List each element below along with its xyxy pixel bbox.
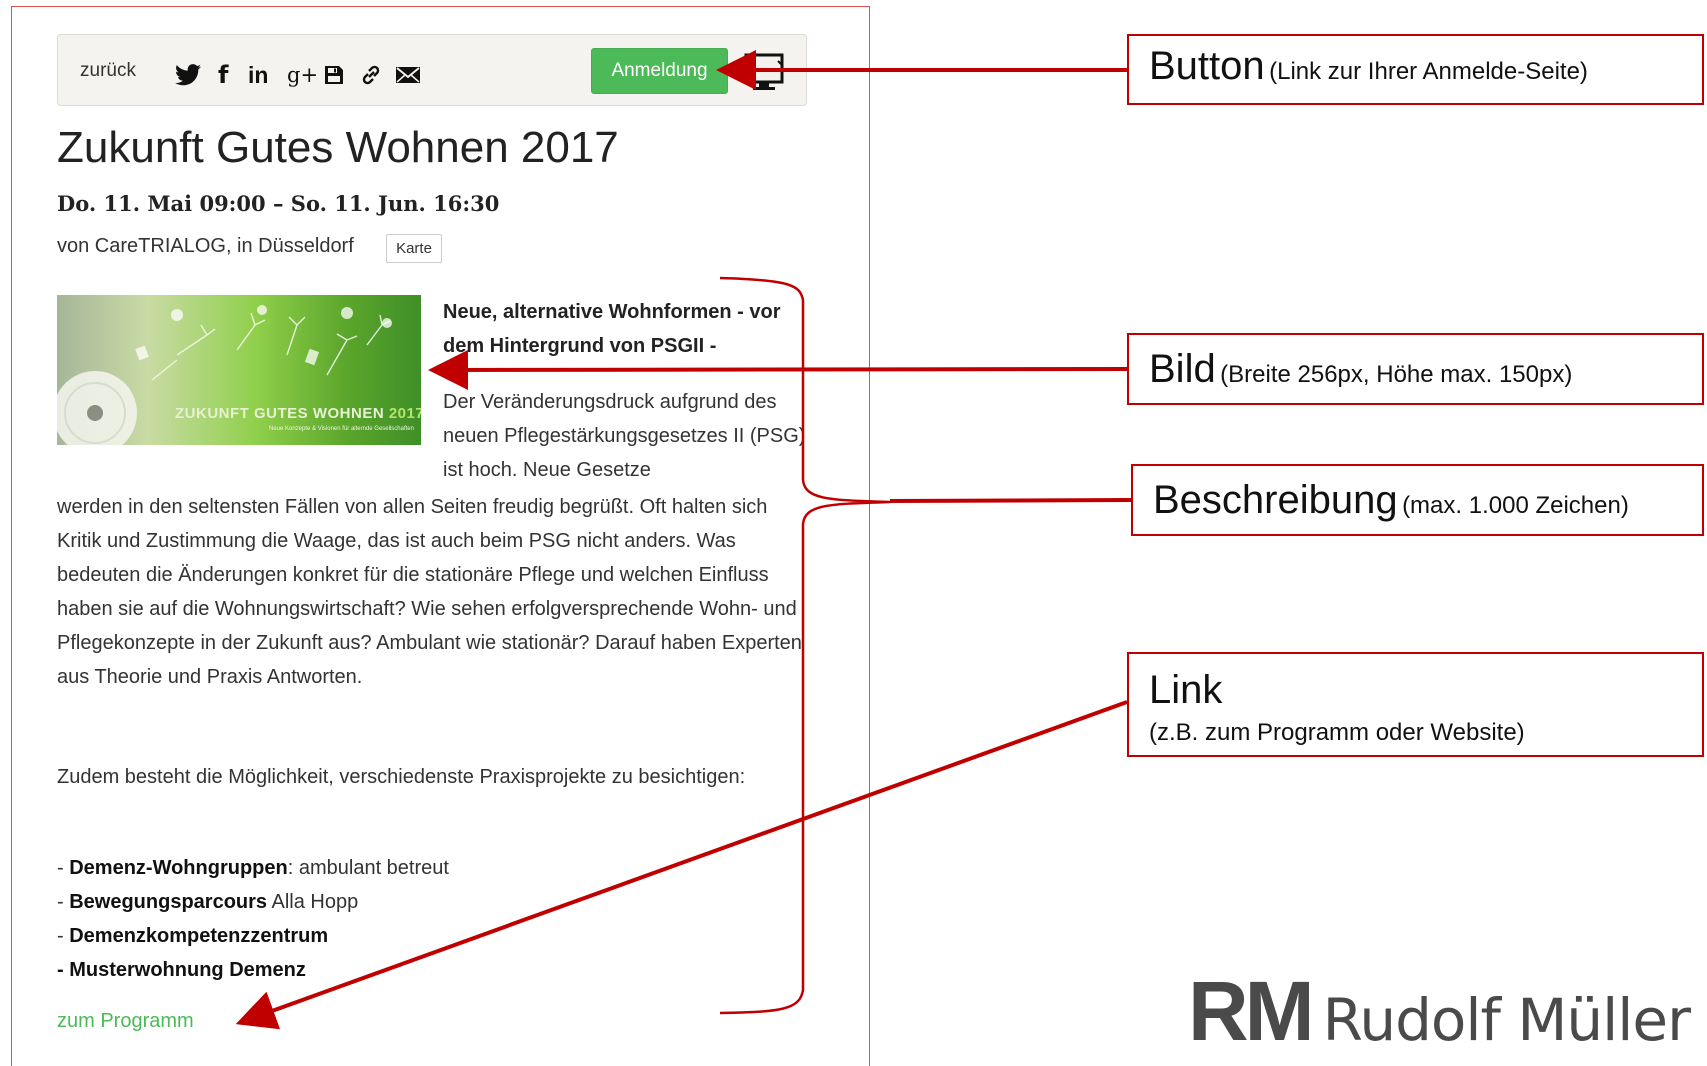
description-bracket: [719, 276, 891, 1015]
logo-mark: RM: [1188, 964, 1315, 1058]
callout-button: Button (Link zur Ihrer Anmelde-Seite): [1127, 34, 1704, 105]
callout-description: Beschreibung (max. 1.000 Zeichen): [1131, 464, 1704, 536]
callout-note: (Link zur Ihrer Anmelde-Seite): [1269, 58, 1588, 85]
callout-note: (z.B. zum Programm oder Website): [1149, 719, 1525, 746]
link-arrow: [235, 700, 1128, 1030]
callout-note: (Breite 256px, Höhe max. 150px): [1220, 361, 1573, 388]
image-arrow: [428, 349, 1128, 390]
description-connector: [889, 498, 1132, 503]
publisher-logo: RM Rudolf Müller: [1188, 963, 1691, 1060]
callout-image: Bild (Breite 256px, Höhe max. 150px): [1127, 333, 1704, 405]
callout-title: Link: [1149, 668, 1223, 712]
callout-link: Link (z.B. zum Programm oder Website): [1127, 652, 1704, 757]
logo-name: Rudolf Müller: [1322, 986, 1691, 1054]
callout-title: Button: [1149, 44, 1265, 88]
callout-title: Beschreibung: [1153, 478, 1398, 522]
callout-note: (max. 1.000 Zeichen): [1402, 492, 1629, 519]
callout-title: Bild: [1149, 347, 1216, 391]
